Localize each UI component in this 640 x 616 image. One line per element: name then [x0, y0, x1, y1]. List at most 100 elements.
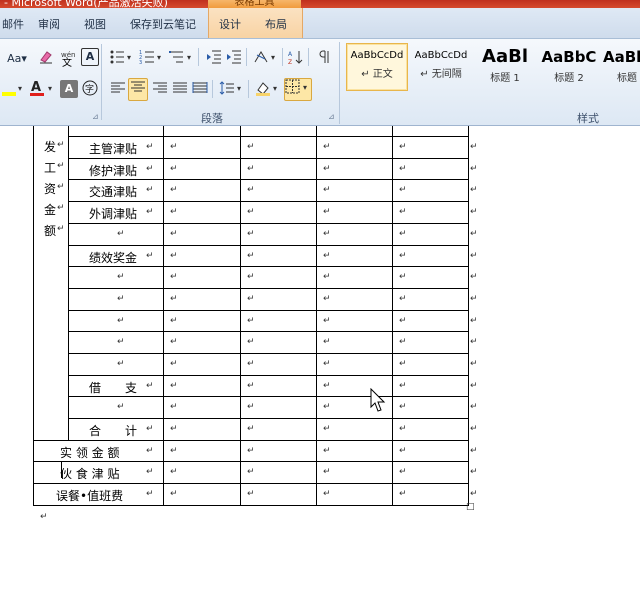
- mouse-pointer-icon: [370, 388, 386, 412]
- svg-text:▾: ▾: [273, 84, 277, 93]
- cell-end-mark-icon: ↵: [323, 294, 331, 304]
- cell-end-mark-icon: ↵: [399, 229, 407, 239]
- tab-design[interactable]: 设计: [219, 16, 241, 32]
- borders-icon[interactable]: ▾: [284, 78, 312, 101]
- cell-end-mark-icon: ↵: [170, 446, 178, 456]
- style-sample: AaBbCcDd: [350, 50, 404, 61]
- document-page[interactable]: □ 发 工 资 金 额 ↵ ↵ ↵ ↵ ↵ 主管津贴 修护津贴 交通津贴 外调津…: [0, 126, 640, 616]
- paragraph-mark-icon: ↵: [117, 294, 125, 304]
- align-left-icon[interactable]: [108, 79, 128, 102]
- align-right-icon[interactable]: [150, 79, 170, 102]
- style-title[interactable]: AaBl 标题: [602, 43, 640, 91]
- cell-end-mark-icon: ↵: [470, 142, 478, 152]
- table-border: [33, 505, 469, 506]
- change-case-button[interactable]: Aa▾: [4, 50, 30, 68]
- cell-end-mark-icon: ↵: [170, 316, 178, 326]
- paragraph-dialog-launcher-icon[interactable]: ⊿: [328, 112, 335, 121]
- cell-end-mark-icon: ↵: [470, 381, 478, 391]
- paragraph-mark-icon: ↵: [57, 140, 65, 150]
- style-normal[interactable]: AaBbCcDd ↵ 正文: [346, 43, 408, 91]
- cell-end-mark-icon: ↵: [247, 424, 255, 434]
- row-label[interactable]: 合 计: [89, 422, 137, 439]
- row-label[interactable]: 外调津贴: [89, 205, 137, 222]
- style-no-spacing[interactable]: AaBbCcDd ↵ 无间隔: [410, 43, 472, 91]
- row-label[interactable]: 主管津贴: [89, 140, 137, 157]
- cell-end-mark-icon: ↵: [170, 381, 178, 391]
- svg-text:文: 文: [62, 56, 72, 67]
- table-border: [68, 126, 69, 440]
- cell-end-mark-icon: ↵: [170, 402, 178, 412]
- ribbon-separator: [212, 80, 213, 98]
- numbering-icon[interactable]: 1 2 3 ▾: [138, 48, 166, 71]
- vertical-label-char: 金: [44, 203, 57, 217]
- cell-end-mark-icon: ↵: [170, 185, 178, 195]
- show-marks-icon[interactable]: [313, 48, 333, 71]
- style-heading-2[interactable]: AaBbC 标题 2: [538, 43, 600, 91]
- cell-end-mark-icon: ↵: [247, 251, 255, 261]
- row-label[interactable]: 绩效奖金: [89, 249, 137, 266]
- svg-text:3: 3: [139, 60, 142, 65]
- table-border: [68, 418, 469, 419]
- cell-end-mark-icon: ↵: [399, 402, 407, 412]
- table-resize-handle-icon[interactable]: □: [466, 502, 475, 512]
- tab-layout[interactable]: 布局: [265, 16, 287, 32]
- row-label[interactable]: 误餐•值班费: [56, 487, 123, 504]
- shading-icon[interactable]: ▾: [254, 79, 282, 102]
- row-label[interactable]: 伙 食 津 贴: [60, 465, 119, 482]
- paragraph-mark-icon: ↵: [146, 164, 154, 174]
- cell-end-mark-icon: ↵: [247, 272, 255, 282]
- character-shading-icon[interactable]: A: [60, 80, 78, 98]
- cell-end-mark-icon: ↵: [470, 207, 478, 217]
- cell-end-mark-icon: ↵: [399, 467, 407, 477]
- tab-mailings[interactable]: 邮件: [2, 16, 24, 32]
- justify-icon[interactable]: [170, 79, 190, 102]
- paragraph-mark-icon: ↵: [146, 489, 154, 499]
- table-tools-group-label: 表格工具: [208, 0, 301, 8]
- cell-end-mark-icon: ↵: [170, 337, 178, 347]
- tab-view[interactable]: 视图: [84, 16, 106, 32]
- style-sample: AaBl: [482, 46, 528, 67]
- enclose-characters-icon[interactable]: 字: [80, 79, 100, 102]
- tab-save-to-cloud[interactable]: 保存到云笔记: [130, 16, 196, 32]
- row-label[interactable]: 实 领 金 额: [60, 444, 119, 461]
- cell-end-mark-icon: ↵: [247, 164, 255, 174]
- character-border-button[interactable]: A: [81, 48, 99, 66]
- cell-end-mark-icon: ↵: [399, 359, 407, 369]
- multilevel-list-icon[interactable]: ▾: [168, 48, 196, 71]
- tab-review[interactable]: 审阅: [38, 16, 60, 32]
- vertical-label-char: 资: [44, 182, 57, 196]
- table-border: [392, 126, 393, 505]
- cell-end-mark-icon: ↵: [323, 337, 331, 347]
- chinese-layout-icon[interactable]: ▾: [252, 48, 280, 71]
- cell-end-mark-icon: ↵: [399, 185, 407, 195]
- table-border: [33, 440, 469, 441]
- font-color-icon[interactable]: A ▾: [28, 78, 58, 103]
- cell-end-mark-icon: ↵: [323, 424, 331, 434]
- clear-format-icon[interactable]: [36, 48, 56, 71]
- svg-text:▾: ▾: [303, 83, 307, 92]
- svg-text:▾: ▾: [157, 53, 161, 62]
- increase-indent-icon[interactable]: [224, 48, 244, 71]
- ribbon-separator: [339, 42, 340, 124]
- bullets-icon[interactable]: ▾: [108, 48, 136, 71]
- font-dialog-launcher-icon[interactable]: ⊿: [92, 112, 99, 121]
- cell-end-mark-icon: ↵: [399, 337, 407, 347]
- distributed-icon[interactable]: [190, 79, 210, 102]
- svg-text:▾: ▾: [187, 53, 191, 62]
- decrease-indent-icon[interactable]: [204, 48, 224, 71]
- style-name: 标题 1: [490, 73, 520, 84]
- row-label[interactable]: 交通津贴: [89, 183, 137, 200]
- paragraph-mark-icon: ↵: [146, 467, 154, 477]
- align-center-icon[interactable]: [128, 78, 148, 101]
- ribbon-separator: [246, 48, 247, 66]
- cell-end-mark-icon: ↵: [399, 272, 407, 282]
- highlight-color-icon[interactable]: ▾: [0, 80, 26, 103]
- row-label[interactable]: 借 支: [89, 379, 137, 396]
- cell-end-mark-icon: ↵: [170, 272, 178, 282]
- sort-icon[interactable]: AZ: [286, 48, 306, 71]
- phonetic-guide-icon[interactable]: wén 文: [58, 48, 80, 72]
- row-label[interactable]: 修护津贴: [89, 162, 137, 179]
- svg-text:▾: ▾: [48, 84, 52, 93]
- line-spacing-icon[interactable]: ▾: [218, 79, 246, 102]
- style-heading-1[interactable]: AaBl 标题 1: [474, 43, 536, 91]
